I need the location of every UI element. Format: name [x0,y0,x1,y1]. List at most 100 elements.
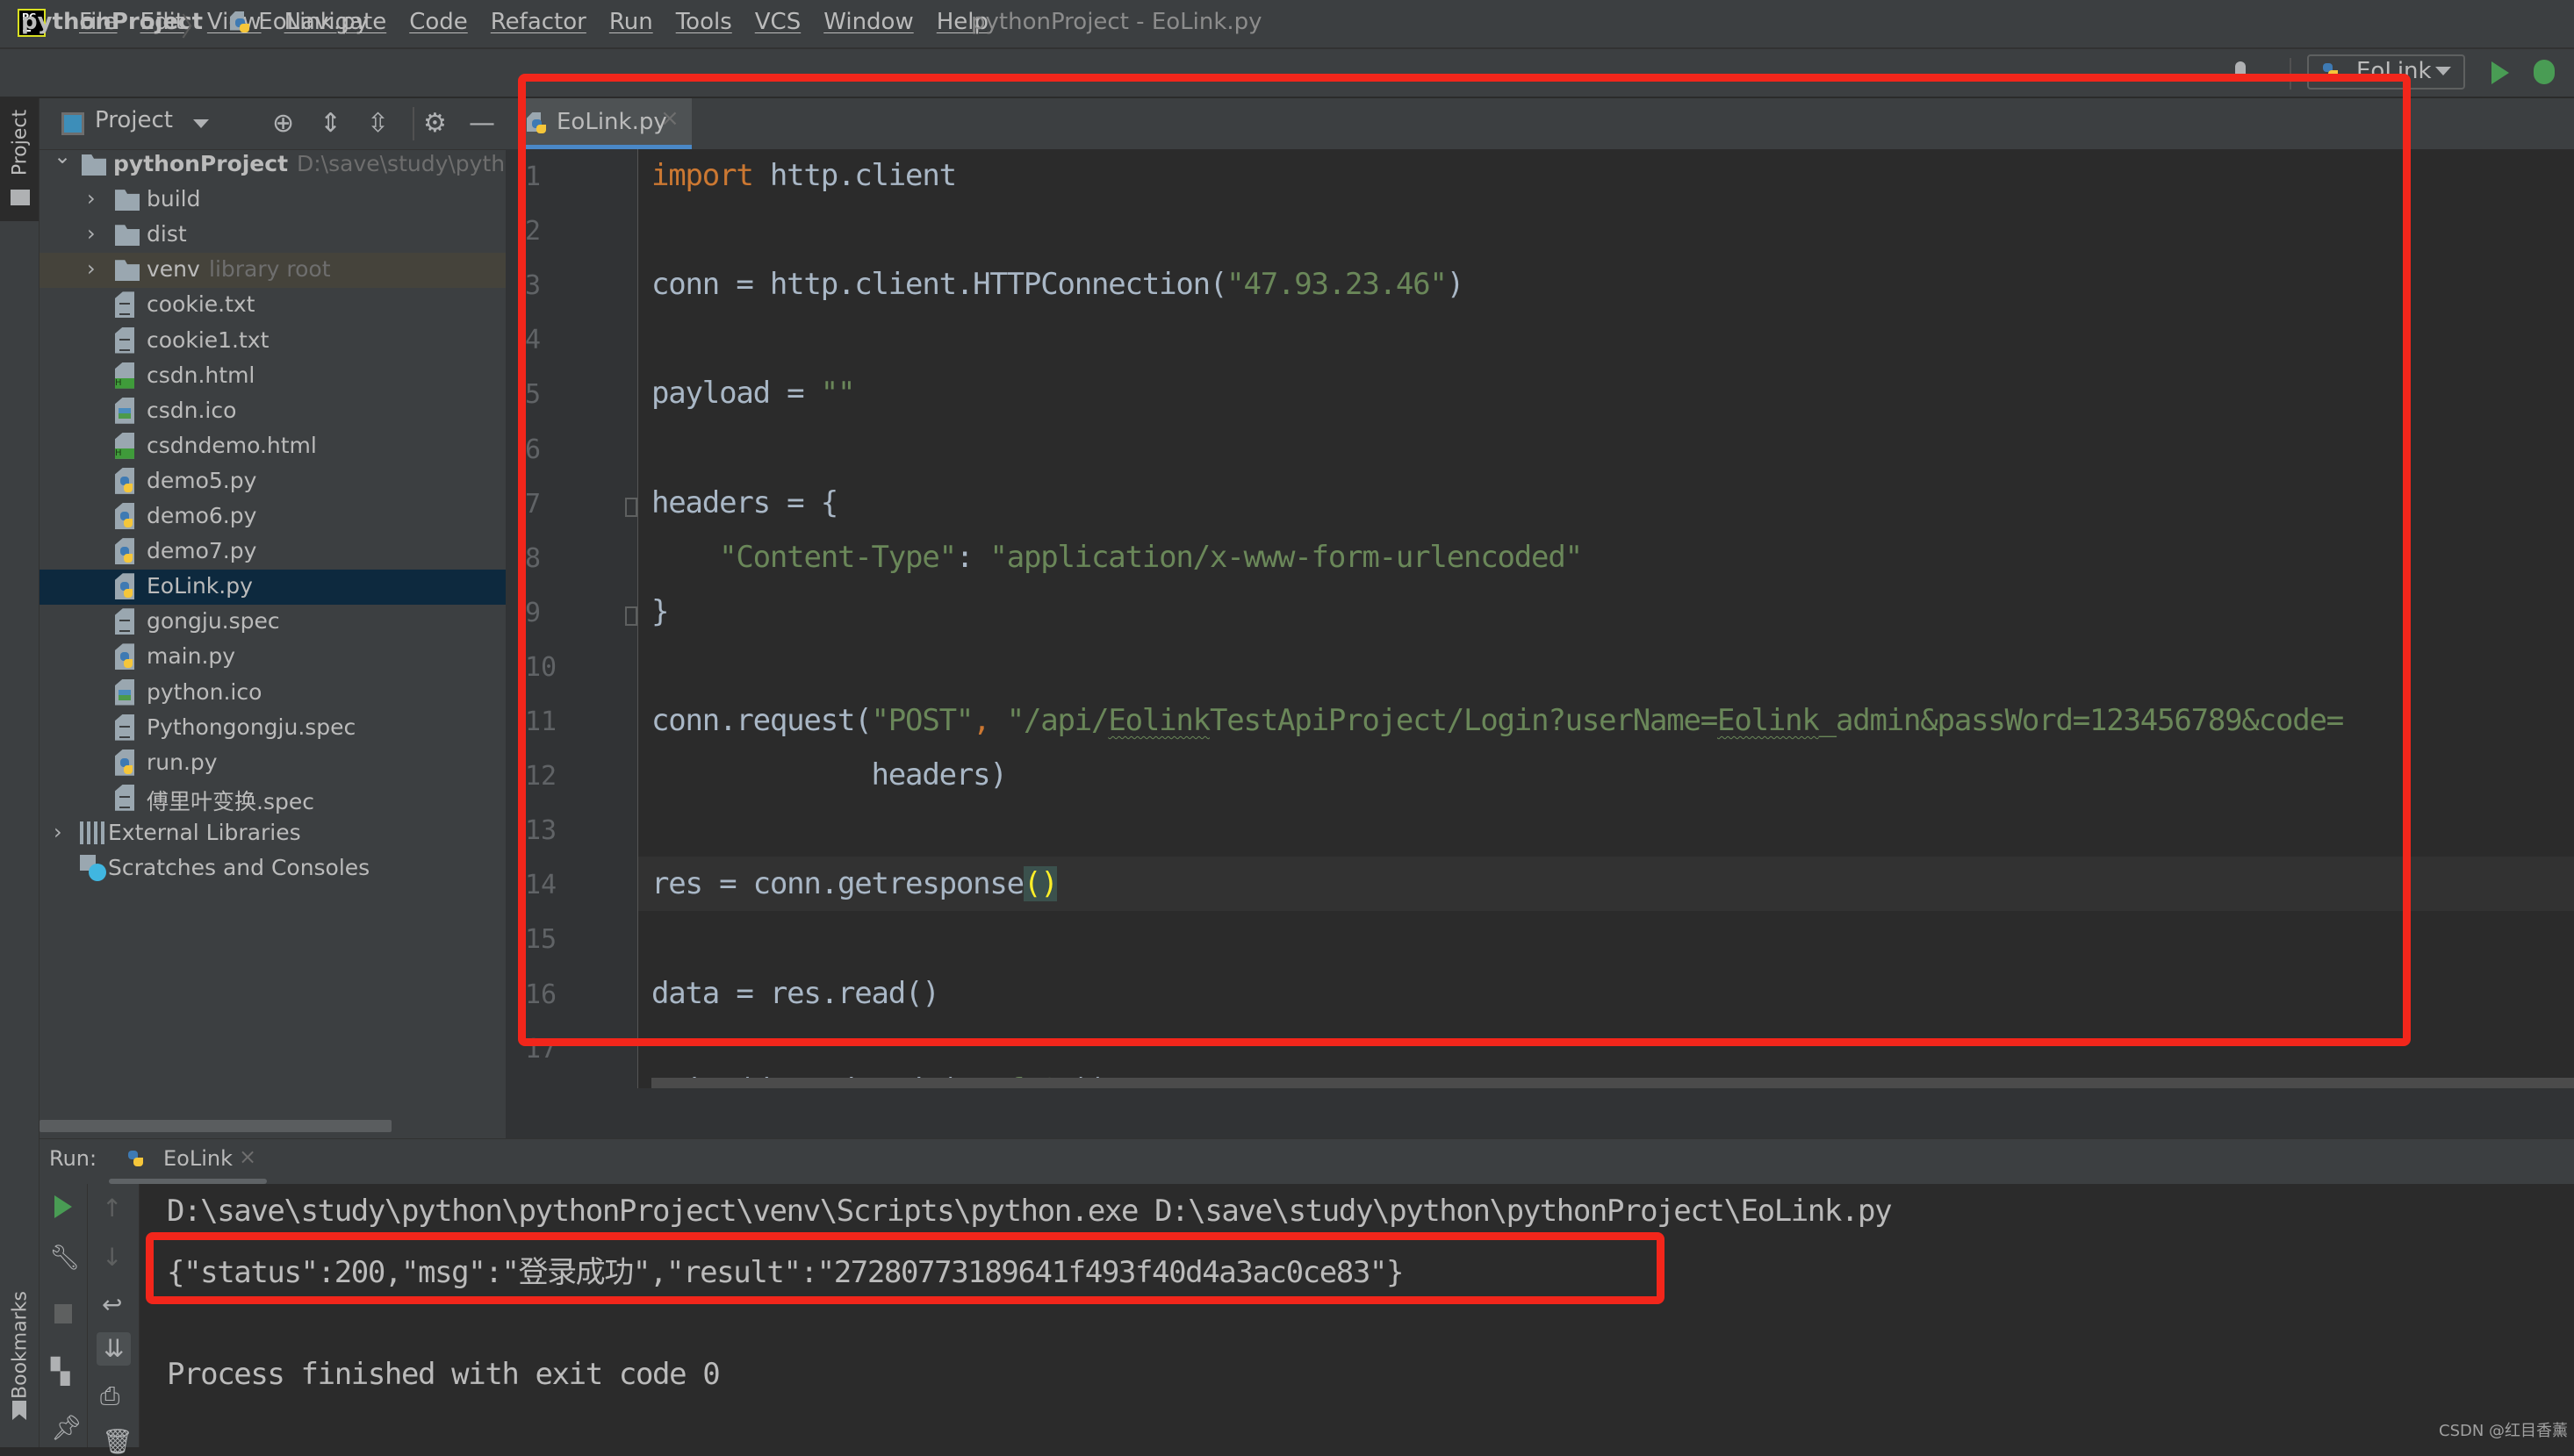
tree-item[interactable]: EoLink.py [40,570,506,606]
menu-bar: PC File Edit View Navigate Code Refactor… [0,0,2574,49]
layout-icon[interactable]: ▚ [51,1359,70,1385]
menu-run[interactable]: Run [609,9,653,35]
tree-item[interactable]: › External Libraries [40,816,506,851]
tree-item[interactable]: 傅里叶变换.spec [40,781,506,816]
tree-item[interactable]: ⌄ pythonProject D:\save\study\python\ [40,144,540,183]
menu-code[interactable]: Code [409,9,468,35]
python-logo-icon [120,652,133,670]
tree-item-label: Scratches and Consoles [108,855,370,880]
tree-item-label: dist [147,221,187,247]
scroll-to-end-icon[interactable]: ⇊ [97,1332,132,1366]
console-command-line: D:\save\study\python\pythonProject\venv\… [167,1194,1893,1229]
bookmarks-tool-label[interactable]: Bookmarks [10,1280,32,1411]
menu-window[interactable]: Window [823,9,914,35]
tree-item[interactable]: › venv library root [40,253,506,289]
chevron-down-icon [2435,67,2451,75]
text-file-icon [115,326,134,354]
window-title: pythonProject - EoLink.py [971,9,1262,35]
hide-panel-icon[interactable]: — [469,109,495,139]
run-tab-label: EoLink [163,1146,233,1171]
tree-item[interactable]: › build [40,183,506,218]
pin-icon[interactable]: 📌︎ [51,1415,83,1441]
tree-item[interactable]: run.py [40,746,506,781]
tree-item-label: cookie.txt [147,291,255,318]
soft-wrap-icon[interactable]: ↩ [102,1292,122,1318]
tree-item-label: cookie1.txt [147,326,270,353]
library-icon [80,821,106,844]
wrench-settings-icon[interactable]: 🔧︎ [49,1244,81,1271]
left-tool-stripe [0,98,40,1447]
project-view-select[interactable]: Project [95,107,173,133]
run-icon[interactable] [2491,61,2509,84]
tree-item[interactable]: demo7.py [40,534,506,570]
tree-item-label: demo6.py [147,503,257,528]
chevron-down-icon[interactable]: ⌄ [54,144,71,169]
chevron-right-icon[interactable]: › [54,820,62,844]
image-file-icon [115,397,134,424]
chevron-right-icon[interactable]: › [87,256,96,281]
breadcrumb-file[interactable]: EoLink.py [230,9,369,35]
text-file-icon [115,291,134,319]
folder-icon [115,225,140,247]
tree-item-label: EoLink.py [147,573,253,599]
text-file-icon [115,608,134,635]
tree-item[interactable]: gongju.spec [40,605,506,640]
scratches-icon [80,855,106,881]
tree-item-label: main.py [147,643,236,670]
stop-icon[interactable] [54,1304,72,1323]
tree-item-label: python.ico [147,678,262,705]
watermark: CSDN @红目香薰 [2439,1422,2569,1440]
chevron-down-icon[interactable] [193,119,209,128]
tree-item-label: run.py [147,749,218,775]
chevron-right-icon[interactable]: › [87,186,96,211]
menu-refactor[interactable]: Refactor [491,9,586,35]
chevron-right-icon[interactable]: › [87,221,96,246]
tree-item-hint: library root [209,256,331,283]
breadcrumb-project[interactable]: pythonProject [21,9,203,35]
tree-item-label: 傅里叶变换.spec [147,788,314,814]
tree-item[interactable]: Scratches and Consoles [40,851,506,886]
editor-horizontal-scrollbar[interactable] [651,1078,2574,1088]
trash-icon[interactable]: 🗑︎ [102,1429,133,1455]
text-file-icon [115,714,134,741]
tree-item[interactable]: demo5.py [40,464,506,499]
image-file-icon [115,678,134,706]
tree-item-label: demo5.py [147,467,257,493]
python-logo-icon [120,582,133,599]
locate-crosshair-icon[interactable]: ⊕ [272,109,294,139]
tree-item[interactable]: › dist [40,218,506,253]
html-file-icon [115,432,134,459]
rerun-icon[interactable] [54,1195,72,1218]
debug-bug-icon[interactable] [2534,60,2555,84]
text-file-icon [115,784,134,811]
gear-icon[interactable]: ⚙ [423,109,447,139]
tree-item[interactable]: csdndemo.html [40,429,506,464]
menu-tools[interactable]: Tools [676,9,732,35]
tree-item[interactable]: Pythongongju.spec [40,711,506,746]
project-horizontal-scrollbar[interactable] [40,1120,392,1132]
project-tool-label[interactable]: Project [10,95,32,191]
close-icon[interactable]: × [239,1144,256,1169]
console-exit-message: Process finished with exit code 0 [167,1357,721,1392]
folder-icon [115,190,140,212]
tree-item[interactable]: python.ico [40,676,506,711]
tree-item[interactable]: csdn.ico [40,394,506,429]
tree-item-label: csdn.ico [147,397,237,423]
python-file-icon [230,11,251,34]
tree-item[interactable]: cookie1.txt [40,324,506,359]
tree-item-label: gongju.spec [147,608,280,635]
tree-item[interactable]: cookie.txt [40,288,506,323]
tree-item-label: csdndemo.html [147,432,317,458]
down-arrow-icon[interactable]: ↓ [102,1244,122,1271]
python-logo-icon [120,547,133,564]
tree-item[interactable]: main.py [40,640,506,675]
up-arrow-icon[interactable]: ↑ [102,1195,122,1222]
tree-item[interactable]: demo6.py [40,499,506,534]
tree-item[interactable]: csdn.html [40,359,506,394]
python-logo-icon [120,757,133,776]
print-icon[interactable]: ⎙ [100,1383,119,1409]
expand-all-icon[interactable]: ⇕ [320,109,342,139]
editor-highlight-box [518,74,2411,1046]
collapse-all-icon[interactable]: ⇳ [367,109,389,139]
menu-vcs[interactable]: VCS [755,9,801,35]
